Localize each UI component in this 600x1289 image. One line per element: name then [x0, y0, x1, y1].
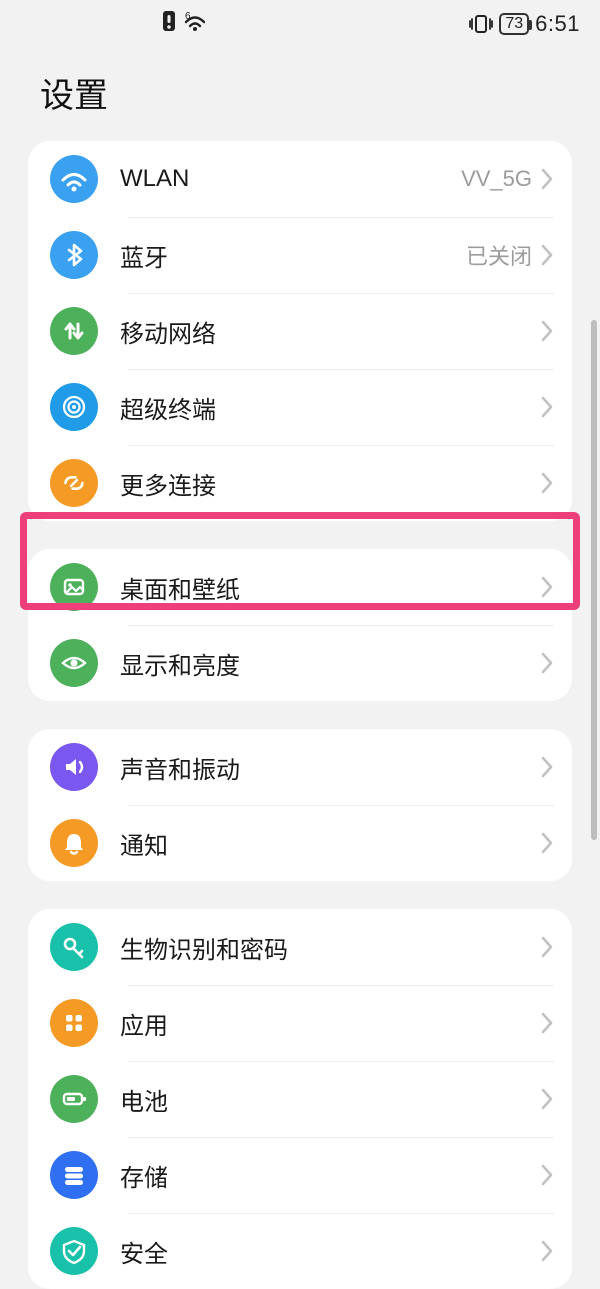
- row-value: 已关闭: [466, 239, 532, 271]
- updown-icon: [50, 307, 98, 355]
- grid-icon: [50, 999, 98, 1047]
- key-icon: [50, 923, 98, 971]
- picture-icon: [50, 563, 98, 611]
- row-label: 桌面和壁纸: [120, 570, 240, 605]
- clock: 6:51: [535, 11, 580, 37]
- status-bar: 6 73 6:51: [0, 0, 600, 48]
- row-label: 蓝牙: [120, 238, 168, 273]
- battery-percent: 73: [505, 15, 523, 33]
- row-mobile[interactable]: 移动网络: [28, 293, 572, 369]
- chevron-right-icon: [540, 1239, 554, 1263]
- row-storage[interactable]: 存储: [28, 1137, 572, 1213]
- row-label: WLAN: [120, 165, 189, 193]
- row-label: 更多连接: [120, 466, 216, 501]
- chevron-right-icon: [540, 471, 554, 495]
- row-bluetooth[interactable]: 蓝牙 已关闭: [28, 217, 572, 293]
- row-label: 电池: [120, 1082, 168, 1117]
- wifi-icon: 6: [182, 10, 208, 38]
- row-label: 生物识别和密码: [120, 930, 288, 965]
- row-wlan[interactable]: WLAN VV_5G: [28, 141, 572, 217]
- row-notify[interactable]: 通知: [28, 805, 572, 881]
- chevron-right-icon: [540, 395, 554, 419]
- row-label: 超级终端: [120, 390, 216, 425]
- row-superdevice[interactable]: 超级终端: [28, 369, 572, 445]
- settings-group: WLAN VV_5G 蓝牙 已关闭移动网络超级终端更多连接: [28, 141, 572, 521]
- wifi-icon: [50, 155, 98, 203]
- row-label: 显示和亮度: [120, 646, 240, 681]
- alert-icon: [160, 10, 178, 38]
- chevron-right-icon: [540, 243, 554, 267]
- batt-h-icon: [50, 1075, 98, 1123]
- radar-icon: [50, 383, 98, 431]
- bluetooth-icon: [50, 231, 98, 279]
- row-wallpaper[interactable]: 桌面和壁纸: [28, 549, 572, 625]
- chevron-right-icon: [540, 575, 554, 599]
- row-biometric[interactable]: 生物识别和密码: [28, 909, 572, 985]
- chevron-right-icon: [540, 1087, 554, 1111]
- settings-group: 生物识别和密码应用电池存储安全: [28, 909, 572, 1289]
- link-icon: [50, 459, 98, 507]
- row-battery[interactable]: 电池: [28, 1061, 572, 1137]
- settings-group: 声音和振动通知: [28, 729, 572, 881]
- chevron-right-icon: [540, 319, 554, 343]
- row-label: 声音和振动: [120, 750, 240, 785]
- battery-icon: 73: [499, 13, 529, 35]
- chevron-right-icon: [540, 167, 554, 191]
- row-label: 移动网络: [120, 314, 216, 349]
- row-display[interactable]: 显示和亮度: [28, 625, 572, 701]
- page-title: 设置: [0, 48, 600, 141]
- row-label: 安全: [120, 1234, 168, 1269]
- chevron-right-icon: [540, 1011, 554, 1035]
- chevron-right-icon: [540, 755, 554, 779]
- row-label: 应用: [120, 1006, 168, 1041]
- chevron-right-icon: [540, 651, 554, 675]
- bell-icon: [50, 819, 98, 867]
- chevron-right-icon: [540, 1163, 554, 1187]
- row-label: 存储: [120, 1158, 168, 1193]
- row-sound[interactable]: 声音和振动: [28, 729, 572, 805]
- eye-icon: [50, 639, 98, 687]
- storage-icon: [50, 1151, 98, 1199]
- chevron-right-icon: [540, 831, 554, 855]
- chevron-right-icon: [540, 935, 554, 959]
- row-label: 通知: [120, 826, 168, 861]
- row-value: VV_5G: [461, 166, 532, 192]
- row-apps[interactable]: 应用: [28, 985, 572, 1061]
- row-security[interactable]: 安全: [28, 1213, 572, 1289]
- status-right: 73 6:51: [469, 11, 580, 37]
- row-more-conn[interactable]: 更多连接: [28, 445, 572, 521]
- status-left-icons: 6: [160, 10, 208, 38]
- vibrate-icon: [469, 13, 493, 35]
- sound-icon: [50, 743, 98, 791]
- shield-icon: [50, 1227, 98, 1275]
- settings-group: 桌面和壁纸显示和亮度: [28, 549, 572, 701]
- scrollbar[interactable]: [591, 320, 597, 840]
